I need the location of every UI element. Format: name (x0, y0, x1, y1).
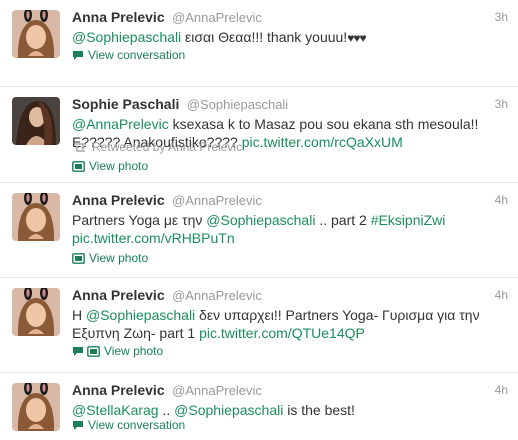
text-segment: ksexasa k to Masaz pou sou ekana sth mes… (168, 116, 479, 132)
mention-link[interactable]: @AnnaPrelevic (72, 116, 169, 132)
retweet-icon (75, 142, 85, 152)
avatar[interactable] (12, 97, 60, 145)
tweet[interactable]: Sophie Paschali @Sophiepaschali 3h @Anna… (0, 87, 518, 183)
tweet-header: Anna Prelevic @AnnaPrelevic (72, 287, 262, 305)
action-label: View photo (89, 159, 149, 173)
photo-icon (72, 252, 85, 264)
conversation-icon (73, 50, 83, 60)
text-segment: εισαι Θεαα!!! thank youuu! (181, 29, 348, 45)
author-name[interactable]: Sophie Paschali (72, 96, 179, 112)
author-name[interactable]: Anna Prelevic (72, 9, 165, 25)
timestamp[interactable]: 4h (495, 193, 508, 207)
view-photo-link[interactable]: View photo (72, 344, 163, 358)
author-handle[interactable]: @AnnaPrelevic (172, 383, 262, 398)
tweet-text: Η @Sophiepaschali δεν υπαρχει!! Partners… (72, 306, 502, 342)
action-label: View conversation (88, 418, 186, 432)
photo-icon (72, 160, 85, 172)
avatar[interactable] (12, 383, 60, 431)
retweeted-by: Retweeted by Anna Prelevic (72, 140, 242, 154)
author-name[interactable]: Anna Prelevic (72, 287, 165, 303)
photo-link[interactable]: pic.twitter.com/rcQaXxUM (242, 134, 403, 150)
author-handle[interactable]: @AnnaPrelevic (172, 10, 262, 25)
author-name[interactable]: Anna Prelevic (72, 192, 165, 208)
tweet-header: Sophie Paschali @Sophiepaschali (72, 96, 288, 114)
author-handle[interactable]: @Sophiepaschali (187, 97, 288, 112)
conversation-icon (73, 420, 83, 430)
view-photo-link[interactable]: View photo (72, 251, 148, 265)
action-label: View photo (104, 344, 164, 358)
mention-link[interactable]: @Sophiepaschali (86, 307, 195, 323)
text-segment: δεν υπαρχει!! Partners Yoga- Γυρισμα για… (195, 307, 480, 323)
mention-link[interactable]: @Sophiepaschali (72, 29, 181, 45)
author-name[interactable]: Anna Prelevic (72, 382, 165, 398)
photo-icon (87, 345, 100, 357)
tweet[interactable]: Anna Prelevic @AnnaPrelevic 3h @Sophiepa… (0, 0, 518, 87)
avatar[interactable] (12, 10, 60, 58)
view-conversation-link[interactable]: View conversation (72, 418, 185, 432)
tweet-text: Partners Yoga με την @Sophiepaschali .. … (72, 211, 502, 247)
text-segment: .. part 2 (315, 212, 371, 228)
action-label: View photo (89, 251, 149, 265)
timestamp[interactable]: 4h (495, 383, 508, 397)
text-segment: is the best! (283, 402, 355, 418)
timestamp[interactable]: 4h (495, 288, 508, 302)
text-segment: Partners Yoga με την (72, 212, 207, 228)
text-segment: Εξυπνη Ζωη- part 1 (72, 325, 200, 341)
mention-link[interactable]: @Sophiepaschali (174, 402, 283, 418)
hearts-emoji: ♥♥♥ (347, 31, 366, 45)
tweet[interactable]: Anna Prelevic @AnnaPrelevic 4h Η @Sophie… (0, 278, 518, 373)
tweet-header: Anna Prelevic @AnnaPrelevic (72, 9, 262, 27)
photo-link[interactable]: pic.twitter.com/QTUe14QP (199, 325, 365, 341)
conversation-icon (73, 346, 83, 356)
view-conversation-link[interactable]: View conversation (72, 48, 185, 62)
tweet-header: Anna Prelevic @AnnaPrelevic (72, 192, 262, 210)
mention-link[interactable]: @StellaKarag (72, 402, 159, 418)
timestamp[interactable]: 3h (495, 10, 508, 24)
mention-link[interactable]: @Sophiepaschali (206, 212, 315, 228)
tweet-header: Anna Prelevic @AnnaPrelevic (72, 382, 262, 400)
photo-link[interactable]: pic.twitter.com/vRHBPuTn (72, 230, 235, 246)
text-segment: Η (72, 307, 86, 323)
tweet[interactable]: Anna Prelevic @AnnaPrelevic 4h Partners … (0, 183, 518, 278)
tweet[interactable]: Anna Prelevic @AnnaPrelevic 4h @StellaKa… (0, 373, 518, 440)
tweet-text: @StellaKarag .. @Sophiepaschali is the b… (72, 401, 502, 419)
author-handle[interactable]: @AnnaPrelevic (172, 193, 262, 208)
hashtag-link[interactable]: #EksipniZwi (371, 212, 446, 228)
tweet-timeline: Anna Prelevic @AnnaPrelevic 3h @Sophiepa… (0, 0, 518, 440)
avatar[interactable] (12, 193, 60, 241)
author-handle[interactable]: @AnnaPrelevic (172, 288, 262, 303)
text-segment: .. (158, 402, 175, 418)
tweet-text: @Sophiepaschali εισαι Θεαα!!! thank youu… (72, 28, 502, 47)
timestamp[interactable]: 3h (495, 97, 508, 111)
avatar[interactable] (12, 288, 60, 336)
action-label: View conversation (88, 48, 186, 62)
retweet-label: Retweeted by Anna Prelevic (92, 140, 243, 154)
view-photo-link[interactable]: View photo (72, 159, 148, 173)
